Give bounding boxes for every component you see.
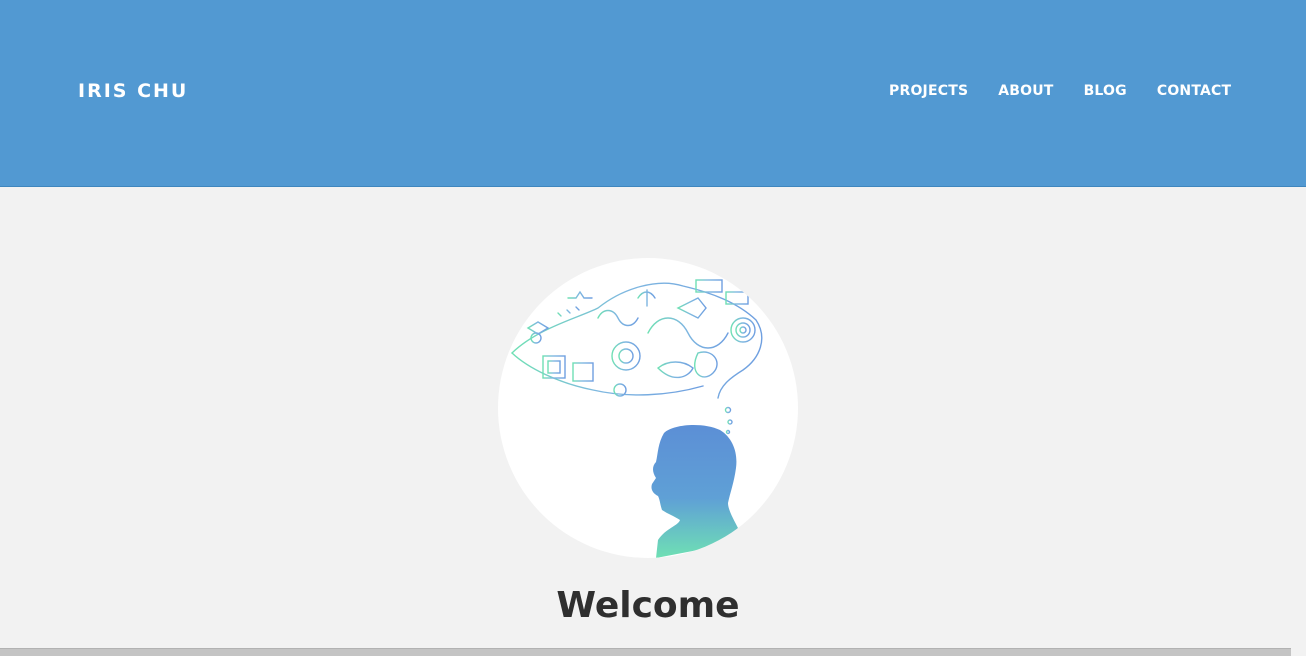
profile-illustration xyxy=(511,279,763,558)
nav-link-contact[interactable]: CONTACT xyxy=(1148,82,1240,100)
thought-doodles xyxy=(511,279,763,435)
nav-item-about: ABOUT xyxy=(989,82,1074,100)
nav-item-blog: BLOG xyxy=(1075,82,1148,100)
nav-link-about[interactable]: ABOUT xyxy=(989,82,1062,100)
nav-item-contact: CONTACT xyxy=(1148,82,1240,100)
nav-link-blog[interactable]: BLOG xyxy=(1075,82,1136,100)
top-navbar: IRIS CHU PROJECTS ABOUT BLOG CONTACT xyxy=(0,0,1306,187)
main-nav: PROJECTS ABOUT BLOG CONTACT xyxy=(880,82,1240,100)
page-title: Welcome xyxy=(556,585,740,626)
nav-item-projects: PROJECTS xyxy=(880,82,989,100)
head-silhouette xyxy=(651,424,738,558)
profile-image xyxy=(498,258,798,558)
brand-logo-link[interactable]: IRIS CHU xyxy=(78,80,188,102)
nav-link-projects[interactable]: PROJECTS xyxy=(880,82,977,100)
